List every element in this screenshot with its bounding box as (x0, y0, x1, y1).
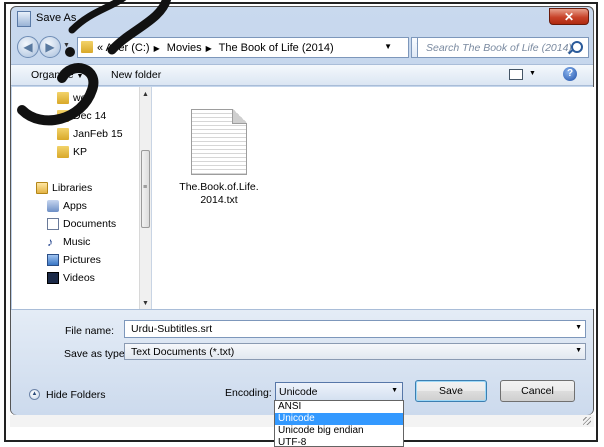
nav-item-label: Videos (63, 272, 95, 284)
title-bar: Save As ✕ (11, 7, 593, 31)
libraries-icon (36, 182, 48, 194)
file-name-input[interactable]: Urdu-Subtitles.srt ▼ (124, 320, 586, 338)
search-placeholder: Search The Book of Life (2014) (426, 42, 572, 54)
save-as-type-select[interactable]: Text Documents (*.txt) ▼ (124, 343, 586, 360)
notepad-icon (17, 11, 31, 27)
nav-item-label: KP (73, 146, 88, 158)
encoding-option-unicode-big-endian[interactable]: Unicode big endian (275, 425, 403, 437)
save-button[interactable]: Save (415, 380, 487, 402)
chevron-down-icon[interactable]: ▼ (575, 347, 582, 354)
file-name-text: The.Book.of.Life. 2014.txt (179, 181, 259, 206)
nav-item-label: Pictures (63, 254, 101, 266)
encoding-option-unicode[interactable]: Unicode (275, 413, 403, 425)
chevron-down-icon[interactable]: ▼ (575, 324, 582, 331)
back-button[interactable]: ◀ (17, 36, 39, 58)
chevron-right-icon[interactable]: ▶ (150, 44, 164, 53)
address-dropdown-icon[interactable]: ▼ (384, 42, 392, 51)
folder-icon (57, 146, 69, 158)
apps-icon (47, 200, 59, 212)
hide-folders-button[interactable]: ▲ Hide Folders (29, 387, 109, 403)
nav-item-label: web (73, 92, 93, 104)
save-as-type-label: Save as type: (64, 348, 128, 360)
encoding-option-ansi[interactable]: ANSI (275, 401, 403, 413)
save-as-type-value: Text Documents (*.txt) (131, 346, 235, 358)
chevron-right-icon[interactable]: ▶ (202, 44, 216, 53)
navigation-pane: web Dec 14 JanFeb 15 KP Libraries Apps D… (12, 87, 152, 309)
scroll-down-icon[interactable]: ▼ (142, 300, 149, 307)
address-bar[interactable]: « Acer (C:) ▶ Movies ▶ The Book of Life (2… (77, 37, 409, 58)
text-file-icon (191, 109, 247, 175)
documents-icon (47, 218, 59, 230)
encoding-dropdown-list: ANSI Unicode Unicode big endian UTF-8 (274, 400, 404, 447)
view-dropdown-icon[interactable]: ▼ (529, 70, 536, 77)
cancel-button[interactable]: Cancel (500, 380, 575, 402)
music-icon: ♪ (47, 235, 53, 249)
pictures-icon (47, 254, 59, 266)
recent-pages-dropdown[interactable]: ▼ (63, 42, 70, 49)
help-button[interactable]: ? (563, 67, 577, 81)
resize-grip-icon[interactable] (583, 417, 591, 425)
chevron-down-icon: ▼ (76, 73, 84, 80)
nav-item-label: Apps (63, 200, 87, 212)
encoding-label: Encoding: (225, 387, 272, 399)
folder-icon (57, 128, 69, 140)
encoding-value: Unicode (279, 386, 318, 398)
forward-button[interactable]: ▶ (39, 36, 61, 58)
hide-folders-label: Hide Folders (46, 389, 106, 401)
new-folder-button[interactable]: New folder (111, 69, 161, 81)
command-toolbar: Organize ▼ New folder ▼ ? (11, 64, 593, 86)
organize-label: Organize (31, 69, 74, 81)
nav-item-label: Music (63, 236, 91, 248)
folder-icon (57, 92, 69, 104)
window-title: Save As (36, 12, 77, 24)
folder-icon (57, 110, 69, 122)
folder-icon (81, 41, 93, 53)
file-name-value: Urdu-Subtitles.srt (131, 323, 213, 335)
nav-item-label: Dec 14 (73, 110, 107, 122)
file-name-field-label: File name: (65, 325, 115, 337)
videos-icon (47, 272, 59, 284)
chevron-up-icon: ▲ (29, 389, 40, 400)
breadcrumb-movies[interactable]: Movies (167, 42, 202, 54)
breadcrumb-overflow[interactable]: « (97, 42, 103, 54)
scrollbar-thumb[interactable]: ≡ (141, 150, 150, 228)
breadcrumb-current-folder[interactable]: The Book of Life (2014) (219, 42, 334, 54)
nav-item-label: Documents (63, 218, 117, 230)
scroll-up-icon[interactable]: ▲ (142, 91, 149, 98)
breadcrumb: « Acer (C:) ▶ Movies ▶ The Book of Life (2… (97, 42, 334, 54)
encoding-option-utf-8[interactable]: UTF-8 (275, 437, 403, 446)
search-icon[interactable] (571, 41, 583, 53)
navigation-scrollbar[interactable]: ▲ ≡ ▼ (139, 87, 151, 309)
file-name-label: The.Book.of.Life. 2014.txt (166, 181, 272, 207)
encoding-select[interactable]: Unicode ▼ (275, 382, 403, 401)
nav-item-label: JanFeb 15 (73, 128, 123, 140)
view-options-icon[interactable] (509, 69, 523, 80)
nav-item-label: Libraries (52, 182, 93, 194)
close-button[interactable]: ✕ (549, 8, 589, 25)
grip-icon: ≡ (143, 184, 148, 191)
chevron-down-icon[interactable]: ▼ (391, 387, 398, 394)
breadcrumb-drive[interactable]: Acer (C:) (106, 42, 150, 54)
search-input[interactable]: Search The Book of Life (2014) (417, 37, 589, 58)
save-as-dialog: Save As ✕ ◀ ▶ ▼ « Acer (C:) ▶ Movies ▶ The… (10, 6, 594, 415)
file-list-pane: The.Book.of.Life. 2014.txt (152, 87, 594, 309)
address-row: ◀ ▶ ▼ « Acer (C:) ▶ Movies ▶ The Book of L… (11, 33, 593, 63)
organize-menu-button[interactable]: Organize ▼ (31, 69, 83, 81)
